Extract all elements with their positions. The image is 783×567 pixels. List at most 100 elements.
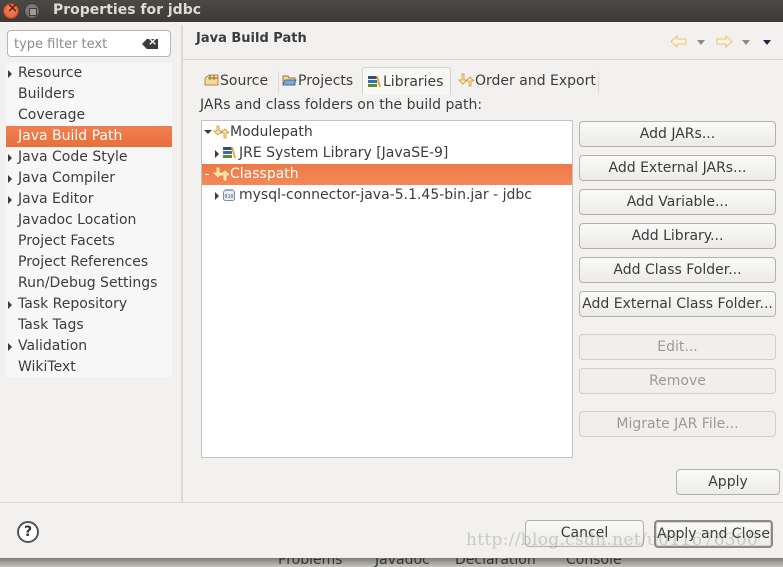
sidebar-item-validation[interactable]: Validation xyxy=(6,336,172,357)
tree-row-modulepath[interactable]: Modulepath xyxy=(202,122,572,143)
tab-label: Libraries xyxy=(383,74,444,90)
sidebar-item-wikitext[interactable]: WikiText xyxy=(6,357,172,378)
property-page-tree: Resource Builders Coverage Java Build Pa… xyxy=(6,63,172,377)
sidebar-item-label: Resource xyxy=(18,65,83,81)
no-children-marker xyxy=(205,174,209,175)
background-window-strip: Problems Javadoc Declaration Console xyxy=(0,558,783,567)
apply-and-close-button[interactable]: Apply and Close xyxy=(654,520,773,548)
sidebar-item-label: Validation xyxy=(18,338,88,354)
window-minimize-button[interactable] xyxy=(24,3,40,19)
back-history-dropdown-icon[interactable] xyxy=(697,40,705,45)
sidebar-item-label: Java Code Style xyxy=(18,149,128,165)
libraries-caption: JARs and class folders on the build path… xyxy=(200,97,483,113)
sidebar-item-label: Task Repository xyxy=(18,296,128,312)
sidebar-item-coverage[interactable]: Coverage xyxy=(6,105,172,126)
tab-separator xyxy=(598,71,599,93)
tree-row-label: Modulepath xyxy=(230,124,313,140)
modulepath-icon xyxy=(213,125,229,139)
sidebar-item-label: Java Editor xyxy=(18,191,94,207)
library-icon xyxy=(223,147,236,158)
window-close-button[interactable] xyxy=(3,1,19,19)
sidebar-item-resource[interactable]: Resource xyxy=(6,63,172,84)
jar-icon: 010 xyxy=(223,189,235,201)
expand-arrow-icon[interactable] xyxy=(8,70,12,78)
expand-arrow-icon[interactable] xyxy=(8,196,12,204)
sidebar-item-label: WikiText xyxy=(18,359,76,375)
collapse-arrow-icon[interactable] xyxy=(204,130,212,134)
expand-arrow-icon[interactable] xyxy=(215,150,219,158)
edit-button[interactable]: Edit... xyxy=(579,334,776,360)
tree-row-label: Classpath xyxy=(230,166,299,182)
tree-row-jre-system-library[interactable]: JRE System Library [JavaSE-9] xyxy=(202,143,572,164)
sidebar-item-javadoc-location[interactable]: Javadoc Location xyxy=(6,210,172,231)
sidebar-item-run-debug-settings[interactable]: Run/Debug Settings xyxy=(6,273,172,294)
tab-label: Source xyxy=(220,73,269,89)
add-jars-button[interactable]: Add JARs... xyxy=(579,121,776,147)
cancel-button[interactable]: Cancel xyxy=(525,520,644,547)
filter-field[interactable] xyxy=(7,30,171,57)
add-external-jars-button[interactable]: Add External JARs... xyxy=(579,155,776,181)
tab-source[interactable]: Source xyxy=(200,67,275,95)
pane-divider[interactable] xyxy=(181,25,183,502)
sidebar-item-label: Java Build Path xyxy=(18,128,123,144)
tree-row-label: mysql-connector-java-5.1.45-bin.jar - jd… xyxy=(239,187,532,203)
sidebar-item-project-references[interactable]: Project References xyxy=(6,252,172,273)
help-icon[interactable]: ? xyxy=(17,521,39,543)
tab-label: Order and Export xyxy=(475,73,596,89)
sidebar-item-builders[interactable]: Builders xyxy=(6,84,172,105)
filter-input[interactable] xyxy=(14,35,139,53)
tab-order-and-export[interactable]: Order and Export xyxy=(454,67,598,95)
background-tab-javadoc: Javadoc xyxy=(375,558,430,567)
order-export-icon xyxy=(458,73,475,87)
forward-history-dropdown-icon[interactable] xyxy=(742,40,750,45)
tab-projects[interactable]: Projects xyxy=(278,67,360,95)
window-title: Properties for jdbc xyxy=(53,2,202,18)
sidebar-item-java-compiler[interactable]: Java Compiler xyxy=(6,168,172,189)
header-separator xyxy=(183,59,783,60)
add-external-class-folder-button[interactable]: Add External Class Folder... xyxy=(579,291,776,317)
background-tab-console: Console xyxy=(566,558,622,567)
libraries-icon xyxy=(368,76,381,87)
forward-arrow-icon[interactable] xyxy=(716,35,733,48)
tree-row-label: JRE System Library [JavaSE-9] xyxy=(239,145,449,161)
footer-separator xyxy=(0,502,783,503)
sidebar-item-java-editor[interactable]: Java Editor xyxy=(6,189,172,210)
sidebar-item-label: Project References xyxy=(18,254,149,270)
background-tab-problems: Problems xyxy=(278,558,343,567)
expand-arrow-icon[interactable] xyxy=(8,175,12,183)
tab-label: Projects xyxy=(298,73,354,89)
sidebar-item-label: Coverage xyxy=(18,107,86,123)
tab-libraries[interactable]: Libraries xyxy=(362,67,451,95)
page-title: Java Build Path xyxy=(196,31,307,46)
sidebar-item-task-tags[interactable]: Task Tags xyxy=(6,315,172,336)
add-class-folder-button[interactable]: Add Class Folder... xyxy=(579,257,776,283)
expand-arrow-icon[interactable] xyxy=(8,301,12,309)
sidebar-item-label: Run/Debug Settings xyxy=(18,275,158,291)
sidebar-item-label: Javadoc Location xyxy=(18,212,137,228)
clear-filter-icon[interactable] xyxy=(142,39,158,49)
sidebar-item-label: Builders xyxy=(18,86,75,102)
sidebar-item-java-build-path[interactable]: Java Build Path xyxy=(6,126,172,147)
tree-row-classpath[interactable]: Classpath xyxy=(202,164,572,185)
migrate-jar-file-button[interactable]: Migrate JAR File... xyxy=(579,411,776,437)
build-path-tree[interactable]: Modulepath JRE System Library [JavaSE-9]… xyxy=(201,120,573,458)
source-folder-icon xyxy=(204,74,219,86)
sidebar-item-label: Task Tags xyxy=(18,317,84,333)
view-menu-icon[interactable] xyxy=(763,40,771,45)
add-variable-button[interactable]: Add Variable... xyxy=(579,189,776,215)
expand-arrow-icon[interactable] xyxy=(8,154,12,162)
svg-text:010: 010 xyxy=(224,194,233,200)
sidebar-item-project-facets[interactable]: Project Facets xyxy=(6,231,172,252)
add-library-button[interactable]: Add Library... xyxy=(579,223,776,249)
sidebar-item-label: Project Facets xyxy=(18,233,115,249)
projects-folder-icon xyxy=(282,75,297,86)
remove-button[interactable]: Remove xyxy=(579,368,776,394)
expand-arrow-icon[interactable] xyxy=(8,343,12,351)
expand-arrow-icon[interactable] xyxy=(215,192,219,200)
sidebar-item-task-repository[interactable]: Task Repository xyxy=(6,294,172,315)
back-arrow-icon[interactable] xyxy=(670,35,687,48)
sidebar-item-java-code-style[interactable]: Java Code Style xyxy=(6,147,172,168)
tree-row-mysql-connector-jar[interactable]: 010 mysql-connector-java-5.1.45-bin.jar … xyxy=(202,185,572,206)
window-titlebar: Properties for jdbc xyxy=(0,0,783,22)
apply-button[interactable]: Apply xyxy=(676,469,780,495)
